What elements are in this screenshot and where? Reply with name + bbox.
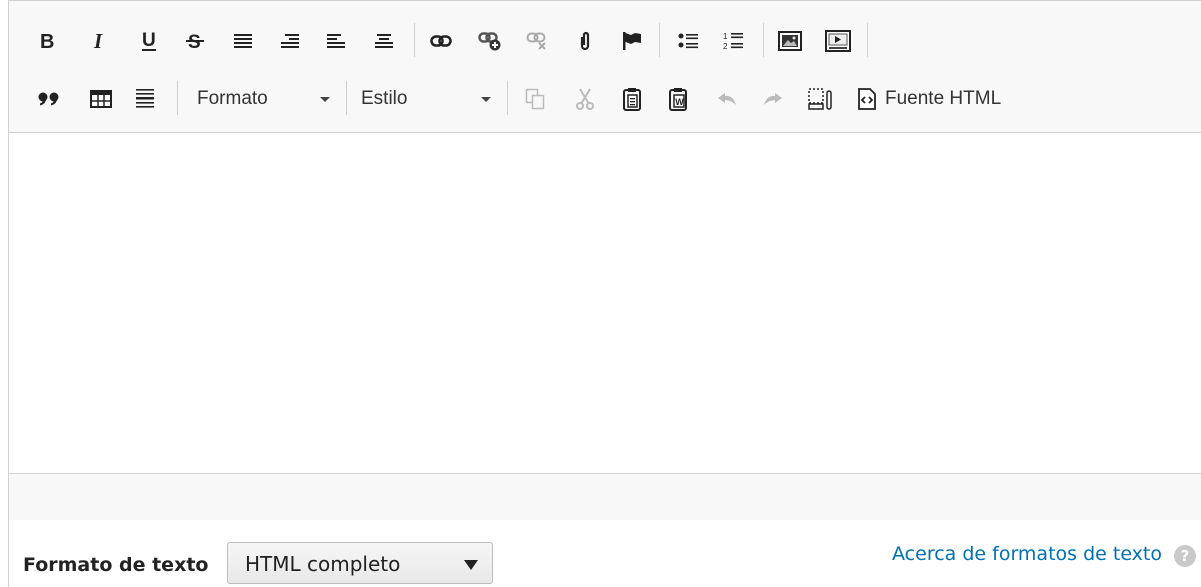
style-combo[interactable]: Estilo <box>361 79 501 119</box>
source-icon <box>858 88 876 110</box>
toolbar-separator <box>659 23 660 57</box>
align-right-icon <box>281 34 299 48</box>
horizontal-rule-button[interactable] <box>133 79 157 119</box>
svg-text:W: W <box>675 97 684 107</box>
toolbar-separator <box>763 23 764 57</box>
table-icon <box>90 90 112 108</box>
undo-icon <box>718 93 736 105</box>
bold-button[interactable]: B <box>35 21 59 61</box>
source-button-label: Fuente HTML <box>885 88 1002 109</box>
horizontal-rule-icon <box>136 89 154 108</box>
chevron-down-icon <box>481 97 491 102</box>
toolbar-separator <box>177 81 178 115</box>
copy-button[interactable] <box>522 79 548 119</box>
blockquote-icon <box>38 92 59 106</box>
video-icon <box>825 30 851 52</box>
italic-icon: I <box>93 31 103 51</box>
insert-video-button[interactable] <box>823 21 853 61</box>
toolbar-row-2: Formato Estilo W Fuente HTML <box>9 79 1201 119</box>
svg-text:B: B <box>40 31 54 51</box>
help-icon[interactable]: ? <box>1174 545 1196 567</box>
svg-text:1: 1 <box>723 32 728 41</box>
paste-button[interactable] <box>619 79 645 119</box>
align-center-button[interactable] <box>371 21 397 61</box>
toolbar-separator <box>414 23 415 57</box>
svg-text:2: 2 <box>723 42 728 51</box>
toolbar-separator <box>346 81 347 115</box>
editor-content-area[interactable] <box>9 133 1201 473</box>
underline-icon: U <box>142 30 156 51</box>
undo-button[interactable] <box>714 79 740 119</box>
text-format-label: Formato de texto <box>23 554 209 576</box>
align-right-button[interactable] <box>277 21 303 61</box>
attach-file-button[interactable] <box>574 21 596 61</box>
image-icon <box>778 31 802 51</box>
add-link-icon <box>478 32 501 51</box>
link-icon <box>430 35 452 47</box>
italic-button[interactable]: I <box>88 21 112 61</box>
cut-button[interactable] <box>572 79 598 119</box>
toolbar-separator <box>507 81 508 115</box>
cut-icon <box>576 88 594 110</box>
underline-button[interactable]: U <box>137 21 161 61</box>
link-button[interactable] <box>427 21 455 61</box>
text-format-select[interactable]: HTML completo <box>227 542 493 584</box>
svg-text:U: U <box>142 30 156 51</box>
align-left-button[interactable] <box>323 21 349 61</box>
format-combo-label: Formato <box>197 88 268 109</box>
text-format-wrapper: Formato de texto HTML completo Acerca de… <box>8 519 1201 587</box>
add-link-button[interactable] <box>475 21 505 61</box>
format-combo[interactable]: Formato <box>197 79 337 119</box>
toolbar-row-1: B I U S 1 2 <box>9 21 1201 61</box>
align-center-icon <box>375 34 393 48</box>
svg-text:I: I <box>93 31 103 51</box>
insert-table-button[interactable] <box>87 79 115 119</box>
text-format-selected-value: HTML completo <box>245 552 401 576</box>
unlink-button[interactable] <box>523 21 551 61</box>
chevron-down-icon <box>464 560 478 570</box>
bulleted-list-button[interactable] <box>675 21 701 61</box>
align-justify-icon <box>234 34 252 48</box>
text-format-help-link[interactable]: Acerca de formatos de texto <box>892 543 1162 565</box>
paste-from-word-icon: W <box>669 88 687 111</box>
bold-icon: B <box>40 31 54 51</box>
unlink-icon <box>526 32 546 50</box>
show-blocks-icon <box>808 88 832 110</box>
toolbar-separator <box>867 23 868 57</box>
justify-button[interactable] <box>230 21 256 61</box>
copy-icon <box>525 88 545 110</box>
numbered-list-icon: 12 <box>723 32 743 51</box>
align-left-icon <box>327 34 345 48</box>
blockquote-button[interactable] <box>35 79 63 119</box>
insert-image-button[interactable] <box>776 21 804 61</box>
paperclip-icon <box>580 31 590 51</box>
redo-button[interactable] <box>760 79 786 119</box>
anchor-flag-icon <box>623 32 641 50</box>
editor-status-bar <box>9 473 1201 520</box>
paste-from-word-button[interactable]: W <box>665 79 691 119</box>
strikethrough-icon: S <box>186 32 204 51</box>
paste-icon <box>623 88 641 111</box>
source-button[interactable]: Fuente HTML <box>857 79 1017 119</box>
editor-toolbar: B I U S 1 2 Formato Estilo W Fuente HTML <box>9 1 1201 133</box>
rich-text-editor: B I U S 1 2 Formato Estilo W Fuente HTML <box>8 0 1201 520</box>
chevron-down-icon <box>320 97 330 102</box>
bulleted-list-icon <box>678 33 698 49</box>
numbered-list-button[interactable]: 12 <box>720 21 746 61</box>
show-blocks-button[interactable] <box>805 79 835 119</box>
redo-icon <box>764 93 782 105</box>
anchor-button[interactable] <box>619 21 645 61</box>
style-combo-label: Estilo <box>361 88 408 109</box>
strikethrough-button[interactable]: S <box>182 21 208 61</box>
